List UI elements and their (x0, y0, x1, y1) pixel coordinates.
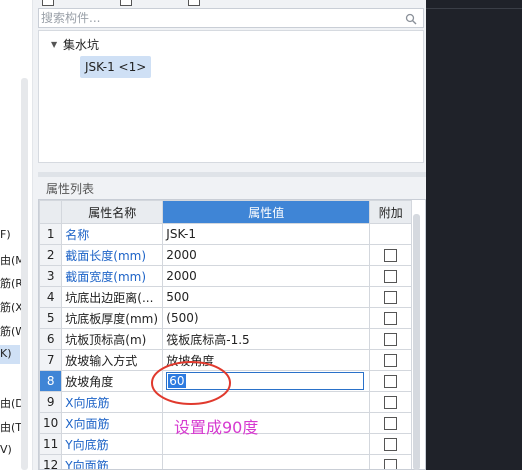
extra-cell (369, 286, 413, 308)
row-number[interactable]: 2 (39, 244, 63, 266)
left-scrollbar[interactable] (21, 78, 28, 470)
table-row[interactable]: 6 坑板顶标高(m) 筏板底标高-1.5 (39, 328, 413, 350)
left-item-label[interactable]: V) (0, 443, 12, 456)
extra-cell (369, 412, 413, 434)
property-name: Y向面筋 (61, 454, 164, 469)
property-name: X向面筋 (61, 412, 164, 434)
extra-checkbox[interactable] (384, 396, 398, 409)
extra-cell (369, 328, 413, 350)
extra-checkbox[interactable] (384, 249, 398, 262)
table-row[interactable]: 4 坑底出边距离(... 500 (39, 286, 413, 308)
property-name: 放坡角度 (61, 370, 164, 392)
property-name: 名称 (61, 223, 164, 245)
property-list-title: 属性列表 (46, 182, 95, 196)
toolbar-checkbox[interactable] (120, 0, 132, 6)
left-side-panel: F) 由(M 筋(R) 筋(X) 筋(W K) 由(D) 由(T) V) (0, 0, 33, 470)
row-number[interactable]: 4 (39, 286, 63, 308)
row-number[interactable]: 12 (39, 454, 63, 469)
row-number[interactable]: 9 (39, 391, 63, 413)
expand-arrow-icon[interactable]: ▼ (51, 40, 57, 49)
extra-checkbox[interactable] (384, 375, 398, 388)
property-value[interactable]: (500) (162, 307, 371, 329)
table-row[interactable]: 3 截面宽度(mm) 2000 (39, 265, 413, 287)
property-value[interactable] (162, 454, 371, 469)
property-name: 坑底板厚度(mm) (61, 307, 164, 329)
tree-node-jsk-1[interactable]: JSK-1 <1> (80, 56, 152, 78)
property-name: 截面宽度(mm) (61, 265, 164, 287)
table-row[interactable]: 2 截面长度(mm) 2000 (39, 244, 413, 266)
extra-checkbox[interactable] (384, 417, 398, 430)
row-number[interactable]: 3 (39, 265, 63, 287)
extra-checkbox[interactable] (384, 291, 398, 304)
component-tree: ▼ 集水坑 JSK-1 <1> (38, 30, 424, 163)
extra-cell (369, 349, 413, 371)
extra-checkbox[interactable] (384, 354, 398, 367)
row-number[interactable]: 10 (39, 412, 63, 434)
row-number[interactable]: 7 (39, 349, 63, 371)
extra-checkbox[interactable] (384, 459, 398, 469)
column-header-value[interactable]: 属性值 (162, 200, 371, 224)
panel-divider[interactable] (38, 172, 426, 177)
left-item-label[interactable]: K) (0, 347, 12, 360)
table-row[interactable]: 5 坑底板厚度(mm) (500) (39, 307, 413, 329)
property-name: X向底筋 (61, 391, 164, 413)
extra-checkbox[interactable] (384, 312, 398, 325)
extra-cell (369, 370, 413, 392)
extra-cell (369, 307, 413, 329)
toolbar-checkbox[interactable] (188, 0, 200, 6)
property-value[interactable]: 2000 (162, 265, 371, 287)
left-item-label[interactable]: F) (0, 228, 11, 241)
toolbar (38, 0, 426, 6)
table-header-row: 属性名称 属性值 附加 (39, 200, 413, 224)
row-number-header (39, 200, 63, 224)
extra-cell (369, 244, 413, 266)
grid-scrollbar[interactable] (413, 214, 420, 470)
extra-cell (369, 454, 413, 469)
property-value[interactable]: 筏板底标高-1.5 (162, 328, 371, 350)
property-value[interactable]: JSK-1 (162, 223, 371, 245)
search-icon[interactable] (405, 13, 417, 25)
row-number[interactable]: 5 (39, 307, 63, 329)
property-name: 截面长度(mm) (61, 244, 164, 266)
table-row[interactable]: 1 名称 JSK-1 (39, 223, 413, 245)
property-name: Y向底筋 (61, 433, 164, 455)
search-box (38, 8, 424, 28)
toolbar-checkbox[interactable] (42, 0, 54, 6)
extra-checkbox[interactable] (384, 438, 398, 451)
row-number[interactable]: 6 (39, 328, 63, 350)
tree-node-pit[interactable]: 集水坑 (63, 36, 99, 53)
extra-cell (369, 391, 413, 413)
extra-checkbox[interactable] (384, 270, 398, 283)
extra-checkbox[interactable] (384, 333, 398, 346)
canvas-divider-line (426, 8, 522, 9)
row-number[interactable]: 1 (39, 223, 63, 245)
property-value[interactable]: 2000 (162, 244, 371, 266)
property-name: 坑底出边距离(... (61, 286, 164, 308)
column-header-extra[interactable]: 附加 (369, 200, 413, 224)
column-header-name[interactable]: 属性名称 (61, 200, 164, 224)
table-row[interactable]: 12 Y向面筋 (39, 454, 413, 469)
extra-cell (369, 223, 413, 245)
search-input[interactable] (41, 10, 401, 26)
annotation-ellipse (151, 361, 231, 405)
row-number[interactable]: 11 (39, 433, 63, 455)
annotation-text: 设置成90度 (174, 418, 259, 437)
property-name: 放坡输入方式 (61, 349, 164, 371)
property-value[interactable]: 500 (162, 286, 371, 308)
canvas-area[interactable] (426, 0, 522, 470)
property-name: 坑板顶标高(m) (61, 328, 164, 350)
extra-cell (369, 265, 413, 287)
extra-cell (369, 433, 413, 455)
row-number[interactable]: 8 (39, 370, 63, 392)
